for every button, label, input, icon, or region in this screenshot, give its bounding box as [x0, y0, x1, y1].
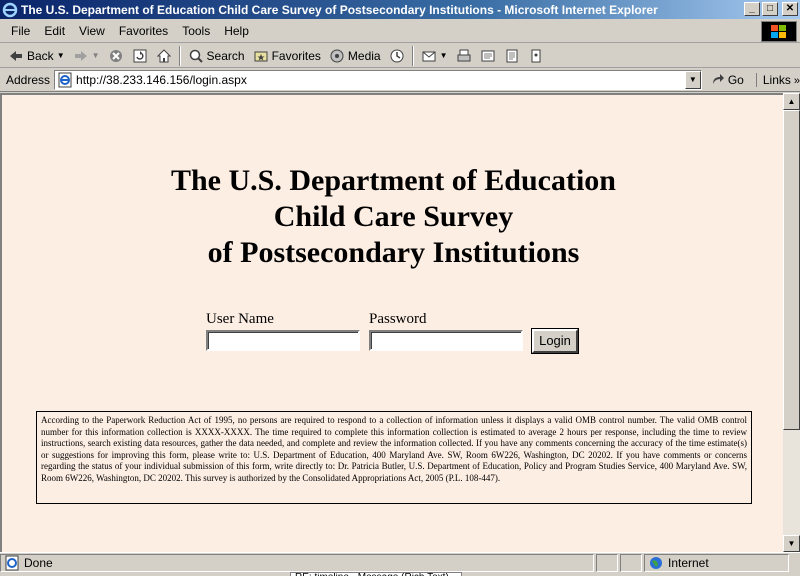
scroll-up-button[interactable]: ▲: [783, 93, 800, 110]
go-label: Go: [727, 72, 744, 87]
search-button[interactable]: Search: [184, 45, 249, 67]
media-label: Media: [347, 48, 381, 63]
stop-button[interactable]: [104, 45, 128, 67]
status-panel: [596, 553, 618, 572]
edit-button[interactable]: [476, 45, 500, 67]
discuss-icon: [506, 49, 518, 62]
address-label: Address: [6, 72, 51, 87]
back-dropdown-icon[interactable]: ▼: [57, 51, 65, 60]
page-icon: [58, 72, 72, 87]
mail-dropdown-icon[interactable]: ▼: [440, 51, 448, 60]
menu-edit[interactable]: Edit: [37, 24, 72, 38]
address-input[interactable]: http://38.233.146.156/login.aspx ▼: [54, 69, 702, 90]
links-label: Links: [762, 72, 791, 87]
go-button[interactable]: Go: [710, 72, 744, 88]
status-bar: Done Internet: [0, 552, 800, 572]
forward-arrow-icon: [74, 50, 87, 61]
globe-icon: [650, 556, 662, 569]
mail-button[interactable]: ▼: [417, 45, 452, 67]
password-input[interactable]: [369, 330, 523, 351]
links-button[interactable]: Links»: [755, 72, 800, 87]
scroll-down-button[interactable]: ▼: [783, 535, 800, 552]
refresh-button[interactable]: [128, 45, 152, 67]
menu-favorites[interactable]: Favorites: [112, 24, 175, 38]
username-label: User Name: [206, 311, 274, 327]
menu-tools[interactable]: Tools: [175, 24, 217, 38]
search-label: Search: [206, 48, 245, 63]
page-title-line-2: Child Care Survey: [273, 200, 514, 233]
address-dropdown-button[interactable]: ▼: [684, 70, 701, 89]
security-zone[interactable]: Internet: [644, 553, 789, 572]
paperwork-reduction-notice: According to the Paperwork Reduction Act…: [36, 411, 752, 504]
username-input[interactable]: [206, 330, 360, 351]
forward-dropdown-icon[interactable]: ▼: [92, 51, 100, 60]
mail-icon: [422, 51, 436, 61]
favorites-label: Favorites: [271, 48, 321, 63]
menu-file[interactable]: File: [4, 24, 37, 38]
security-zone-label: Internet: [668, 555, 709, 570]
discuss-button[interactable]: [500, 45, 524, 67]
page-done-icon: [5, 555, 19, 570]
maximize-button[interactable]: □: [762, 2, 778, 16]
refresh-icon: [133, 49, 147, 62]
home-button[interactable]: [152, 45, 176, 67]
address-url: http://38.233.146.156/login.aspx: [76, 72, 247, 87]
messenger-icon: [531, 49, 541, 62]
scrollbar-thumb[interactable]: [783, 110, 800, 430]
forward-button[interactable]: ▼: [69, 45, 104, 67]
close-button[interactable]: ✕: [782, 2, 798, 16]
menu-bar: File Edit View Favorites Tools Help: [0, 19, 800, 43]
edit-page-icon: [481, 50, 495, 61]
history-button[interactable]: [385, 45, 409, 67]
taskbar-window-button[interactable]: RE: timeline - Message (Rich Text): [290, 572, 462, 576]
toolbar-separator: [411, 45, 414, 66]
menu-view[interactable]: View: [72, 24, 112, 38]
history-icon: [390, 49, 404, 62]
window-title-bar[interactable]: The U.S. Department of Education Child C…: [0, 0, 800, 19]
toolbar-separator: [178, 45, 181, 66]
standard-toolbar: Back ▼ ▼ Search Favorites Media ▼: [0, 44, 800, 68]
address-bar: Address http://38.233.146.156/login.aspx…: [0, 68, 800, 92]
favorites-folder-icon: [254, 51, 268, 61]
print-button[interactable]: [452, 45, 476, 67]
page-title-line-1: The U.S. Department of Education: [170, 164, 616, 197]
chevron-right-icon: »: [793, 74, 800, 87]
status-text: Done: [24, 555, 53, 570]
windows-logo-icon: [761, 21, 797, 42]
search-icon: [189, 49, 203, 63]
media-button[interactable]: Media: [325, 45, 385, 67]
menu-help[interactable]: Help: [217, 24, 256, 38]
page-title: The U.S. Department of Education Child C…: [2, 163, 783, 271]
page-viewport: The U.S. Department of Education Child C…: [0, 93, 783, 552]
internet-explorer-icon: [2, 2, 18, 17]
favorites-button[interactable]: Favorites: [249, 45, 325, 67]
back-button[interactable]: Back ▼: [4, 45, 69, 67]
minimize-button[interactable]: _: [744, 2, 760, 16]
media-icon: [330, 49, 344, 62]
messenger-button[interactable]: [524, 45, 548, 67]
window-title: The U.S. Department of Education Child C…: [21, 2, 658, 17]
go-arrow-icon: [712, 73, 724, 84]
stop-icon: [109, 49, 122, 62]
home-icon: [156, 48, 171, 62]
page-title-line-3: of Postsecondary Institutions: [207, 236, 580, 269]
login-button[interactable]: Login: [531, 328, 579, 354]
printer-icon: [457, 49, 471, 61]
back-arrow-icon: [10, 50, 22, 61]
window-controls: _ □ ✕: [744, 2, 798, 16]
status-panel: [620, 553, 642, 572]
password-label: Password: [369, 311, 427, 327]
status-message: Done: [0, 553, 594, 572]
vertical-scrollbar[interactable]: ▲ ▼: [783, 93, 800, 552]
back-label: Back: [27, 48, 54, 63]
